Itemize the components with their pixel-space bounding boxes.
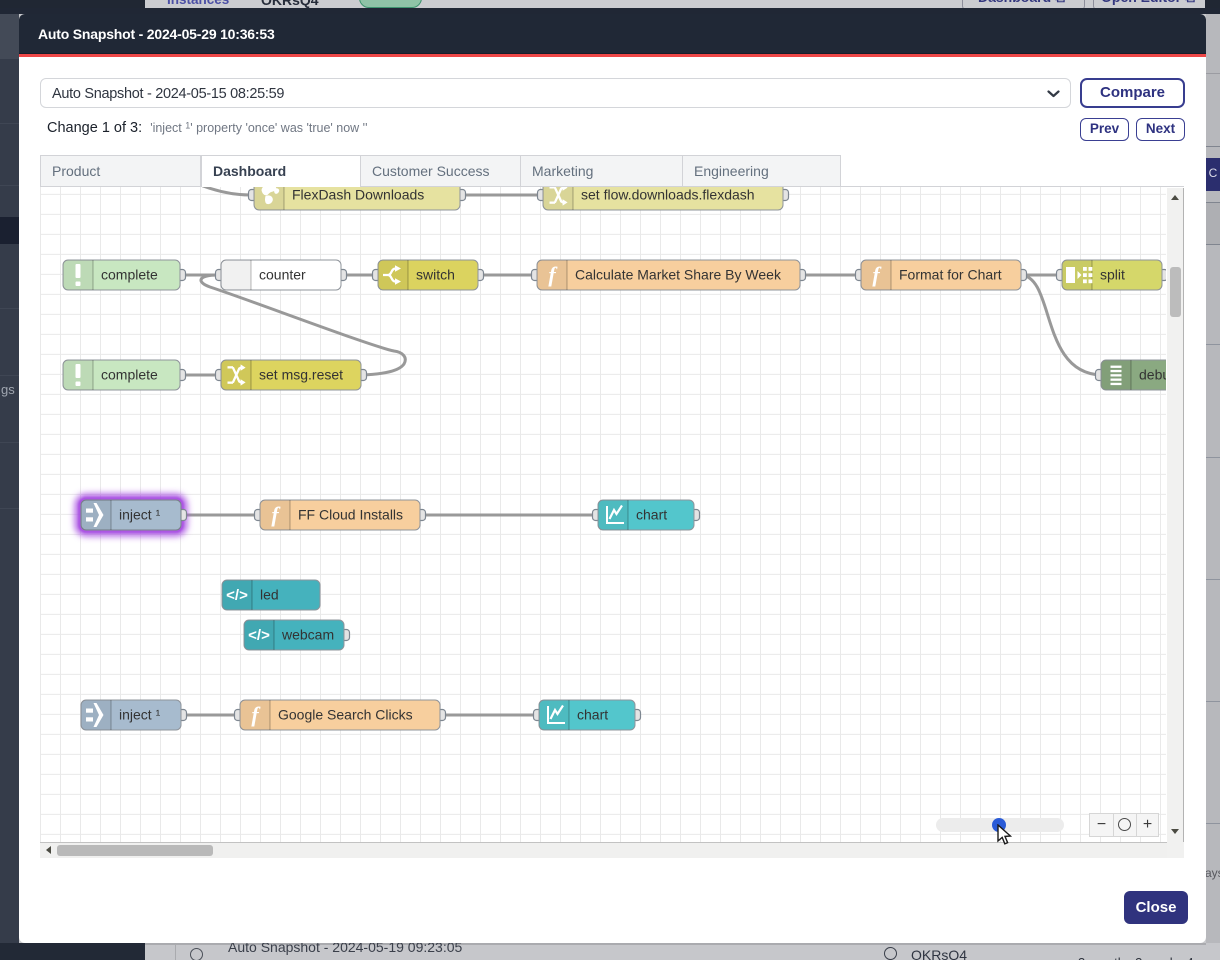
svg-text:switch: switch [416,267,455,283]
svg-text:led: led [260,587,279,603]
svg-text:set flow.downloads.flexdash: set flow.downloads.flexdash [581,187,755,203]
svg-text:</>: </> [226,587,248,604]
svg-text:Google Search Clicks: Google Search Clicks [278,707,413,723]
svg-text:Calculate Market Share By Week: Calculate Market Share By Week [575,267,782,283]
svg-text:FlexDash Downloads: FlexDash Downloads [292,187,424,203]
svg-text:set msg.reset: set msg.reset [259,367,343,383]
svg-text:counter: counter [259,267,306,283]
svg-text:Format for Chart: Format for Chart [899,267,1002,283]
svg-text:chart: chart [577,707,608,723]
svg-text:inject ¹: inject ¹ [119,707,161,723]
svg-text:debug: debug [1139,367,1166,383]
svg-text:webcam: webcam [281,627,334,643]
svg-text:inject ¹: inject ¹ [119,507,161,523]
svg-text:</>: </> [248,627,270,644]
svg-text:split: split [1100,267,1125,283]
svg-text:complete: complete [101,367,158,383]
svg-text:complete: complete [101,267,158,283]
svg-text:FF Cloud Installs: FF Cloud Installs [298,507,403,523]
svg-text:chart: chart [636,507,667,523]
